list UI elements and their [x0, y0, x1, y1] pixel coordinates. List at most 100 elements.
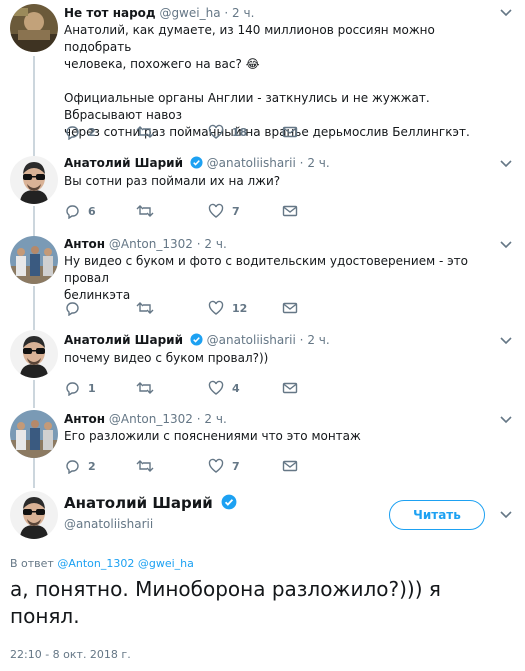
- separator-dot: ·: [299, 333, 304, 347]
- reply-count: 1: [88, 381, 96, 395]
- tweet-time[interactable]: 2 ч.: [307, 156, 329, 170]
- heart-icon: [208, 380, 224, 395]
- chevron-down-icon[interactable]: [499, 415, 513, 425]
- heart-icon: [208, 300, 224, 315]
- reply-button[interactable]: 2: [64, 124, 96, 140]
- avatar[interactable]: [10, 330, 58, 378]
- author-handle[interactable]: @anatoliisharii: [64, 517, 153, 531]
- author-handle[interactable]: @Anton_1302: [109, 412, 193, 426]
- retweet-icon: [136, 126, 154, 138]
- dm-button[interactable]: [282, 124, 298, 140]
- chevron-down-icon[interactable]: [499, 240, 513, 250]
- avatar[interactable]: [10, 156, 58, 204]
- like-count: 12: [232, 301, 248, 315]
- dm-button[interactable]: [282, 203, 298, 219]
- like-button[interactable]: 7: [208, 203, 240, 219]
- retweet-button[interactable]: [136, 300, 162, 316]
- tweet-header: Антон @Anton_1302 · 2 ч.: [64, 412, 227, 426]
- author-handle[interactable]: @anatoliisharii: [207, 333, 296, 347]
- reply-button[interactable]: 1: [64, 380, 96, 396]
- reply-icon: [66, 382, 79, 396]
- chevron-down-icon[interactable]: [499, 8, 513, 18]
- envelope-icon: [282, 205, 298, 217]
- reply-icon: [66, 302, 79, 316]
- envelope-icon: [282, 126, 298, 138]
- tweet-time[interactable]: 2 ч.: [204, 412, 226, 426]
- author-handle[interactable]: @anatoliisharii: [207, 156, 296, 170]
- tweet-actions: 6 7: [64, 203, 324, 219]
- reply-count: 2: [88, 125, 96, 139]
- reply-button[interactable]: 2: [64, 458, 96, 474]
- heart-icon: [208, 124, 224, 139]
- envelope-icon: [282, 302, 298, 314]
- like-button[interactable]: 18: [208, 124, 247, 140]
- retweet-button[interactable]: [136, 380, 162, 396]
- author-name[interactable]: Антон: [64, 237, 105, 251]
- retweet-icon: [136, 382, 154, 394]
- thread-connector: [33, 206, 35, 236]
- tweet-actions: 1 4: [64, 380, 324, 396]
- tweet-text: Ну видео с буком и фото с водительским у…: [64, 253, 504, 304]
- text-line: Анатолий, как думаете, из 140 миллионов …: [64, 23, 435, 54]
- tweet-header: Анатолий Шарий @anatoliisharii · 2 ч.: [64, 156, 330, 170]
- separator-dot: ·: [224, 6, 229, 20]
- retweet-button[interactable]: [136, 124, 162, 140]
- like-button[interactable]: 12: [208, 300, 247, 316]
- reply-icon: [66, 460, 79, 474]
- reply-user-link[interactable]: @gwei_ha: [138, 557, 194, 570]
- reply-user-link[interactable]: @Anton_1302: [57, 557, 134, 570]
- envelope-icon: [282, 460, 298, 472]
- text-line: Его разложили с пояснениями что это монт…: [64, 429, 361, 443]
- chevron-down-icon[interactable]: [499, 336, 513, 346]
- follow-button[interactable]: Читать: [389, 500, 485, 530]
- thread-connector: [33, 380, 35, 408]
- text-line: человека, похожего на вас? 😂: [64, 57, 260, 71]
- author-handle[interactable]: @Anton_1302: [109, 237, 193, 251]
- tweet-time[interactable]: 2 ч.: [204, 237, 226, 251]
- reply-icon: [66, 205, 79, 219]
- retweet-icon: [136, 302, 154, 314]
- avatar[interactable]: [10, 410, 58, 458]
- tweet-timestamp[interactable]: 22:10 - 8 окт. 2018 г.: [10, 648, 131, 661]
- text-line: понял.: [10, 604, 80, 628]
- like-count: 7: [232, 459, 240, 473]
- text-line: а, понятно. Миноборона разложило?))) я: [10, 577, 441, 601]
- text-line: Вы сотни раз поймали их на лжи?: [64, 174, 281, 188]
- tweet-time[interactable]: 2 ч.: [307, 333, 329, 347]
- author-name[interactable]: Анатолий Шарий: [64, 494, 237, 512]
- thread-connector: [33, 56, 35, 156]
- author-name[interactable]: Не тот народ: [64, 6, 156, 20]
- author-name-text[interactable]: Анатолий Шарий: [64, 494, 213, 512]
- author-name[interactable]: Анатолий Шарий: [64, 156, 183, 170]
- tweet-header: Не тот народ @gwei_ha · 2 ч.: [64, 6, 254, 20]
- separator-dot: ·: [196, 412, 201, 426]
- heart-icon: [208, 458, 224, 473]
- dm-button[interactable]: [282, 458, 298, 474]
- dm-button[interactable]: [282, 300, 298, 316]
- reply-count: 6: [88, 204, 96, 218]
- avatar[interactable]: [10, 4, 58, 52]
- tweet-time[interactable]: 2 ч.: [232, 6, 254, 20]
- text-line: Ну видео с буком и фото с водительским у…: [64, 254, 469, 285]
- envelope-icon: [282, 382, 298, 394]
- reply-button[interactable]: 6: [64, 203, 96, 219]
- chevron-down-icon[interactable]: [499, 159, 513, 169]
- like-count: 4: [232, 381, 240, 395]
- avatar[interactable]: [10, 491, 58, 539]
- dm-button[interactable]: [282, 380, 298, 396]
- author-name[interactable]: Анатолий Шарий: [64, 333, 183, 347]
- author-name[interactable]: Антон: [64, 412, 105, 426]
- chevron-down-icon[interactable]: [499, 510, 513, 520]
- retweet-button[interactable]: [136, 203, 162, 219]
- reply-count: 2: [88, 459, 96, 473]
- like-button[interactable]: 7: [208, 458, 240, 474]
- text-line: почему видео с буком провал?)): [64, 351, 269, 365]
- reply-button[interactable]: [64, 300, 88, 316]
- like-button[interactable]: 4: [208, 380, 240, 396]
- like-count: 18: [232, 125, 248, 139]
- verified-badge-icon: [190, 333, 203, 346]
- text-gap: [64, 73, 504, 90]
- retweet-button[interactable]: [136, 458, 162, 474]
- avatar[interactable]: [10, 236, 58, 284]
- author-handle[interactable]: @gwei_ha: [159, 6, 220, 20]
